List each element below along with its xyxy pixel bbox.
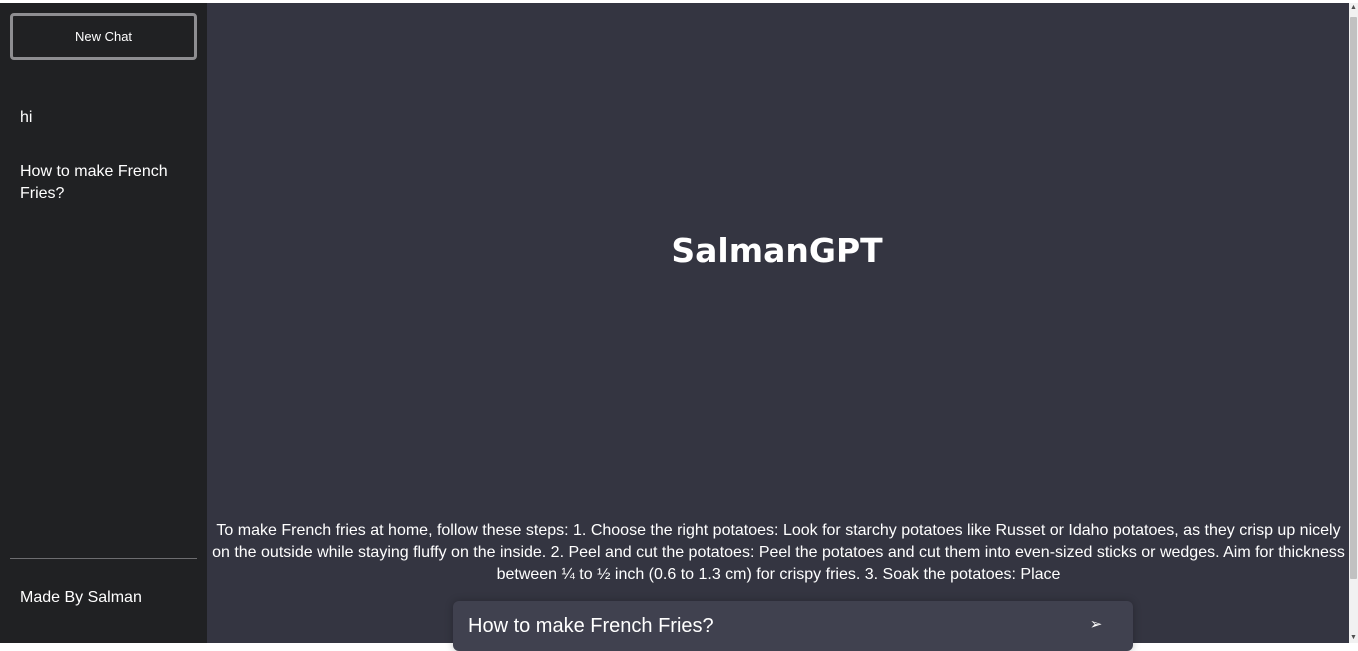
prompt-bar: ➢ xyxy=(453,601,1133,651)
assistant-response: To make French fries at home, follow the… xyxy=(212,522,1345,583)
app-root: New Chat hi How to make French Fries? Ma… xyxy=(0,3,1358,651)
send-arrow-icon[interactable]: ➢ xyxy=(1086,615,1106,635)
sidebar: New Chat hi How to make French Fries? Ma… xyxy=(0,3,207,643)
history-item-french-fries[interactable]: How to make French Fries? xyxy=(20,161,190,205)
prompt-input[interactable] xyxy=(468,613,1058,639)
scrollbar-thumb[interactable] xyxy=(1350,17,1357,579)
sidebar-footer: Made By Salman xyxy=(10,558,197,609)
scroll-up-arrow-icon[interactable]: ▲ xyxy=(1349,3,1358,13)
app-title: SalmanGPT xyxy=(671,231,883,270)
new-chat-button[interactable]: New Chat xyxy=(10,13,197,60)
history-item-hi[interactable]: hi xyxy=(20,107,190,129)
vertical-scrollbar[interactable]: ▲ ▼ xyxy=(1349,3,1358,643)
made-by-label: Made By Salman xyxy=(20,589,142,606)
scroll-down-arrow-icon[interactable]: ▼ xyxy=(1349,633,1358,643)
chat-main: SalmanGPT To make French fries at home, … xyxy=(207,3,1358,651)
chat-history-list: hi How to make French Fries? xyxy=(20,107,190,205)
